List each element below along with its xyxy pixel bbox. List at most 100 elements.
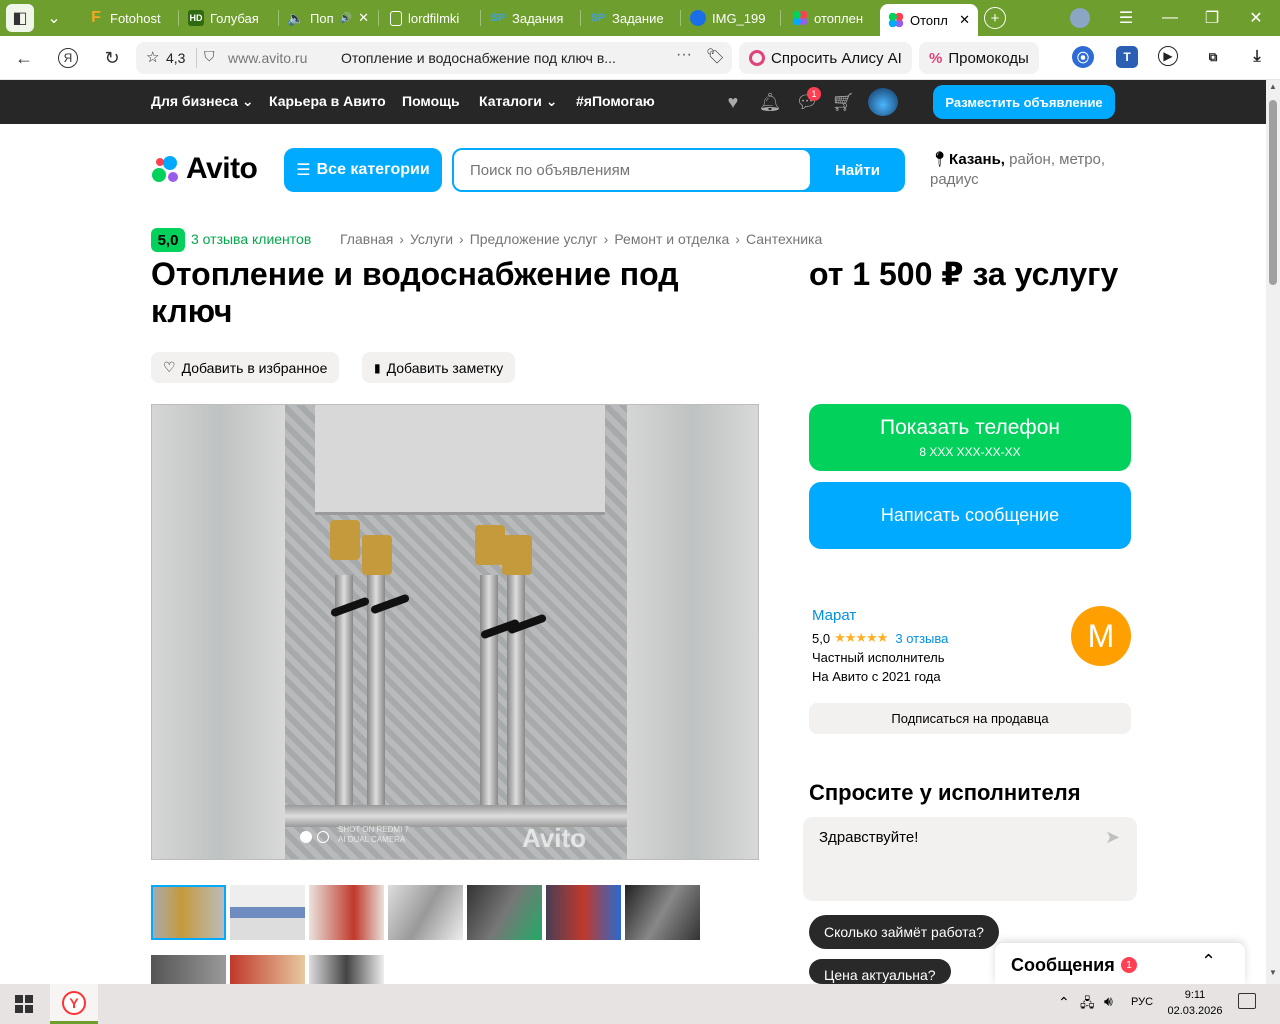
note-icon: ▮ <box>374 360 381 375</box>
breadcrumb-item[interactable]: Предложение услуг <box>470 231 598 247</box>
media-icon[interactable]: ▶ <box>1158 46 1178 66</box>
gallery-thumbnail[interactable] <box>388 885 463 940</box>
browser-tab[interactable]: F Fotohost <box>80 4 176 32</box>
nav-catalogs[interactable]: Каталоги ⌄ <box>479 93 557 110</box>
breadcrumb-item[interactable]: Сантехника <box>746 231 822 247</box>
windows-start-icon[interactable] <box>15 995 33 1013</box>
gallery-dot[interactable] <box>317 831 329 843</box>
mute-icon[interactable]: 🔊 <box>340 13 352 24</box>
messages-panel[interactable]: Сообщения 1 ⌃ <box>995 943 1245 984</box>
cart-icon[interactable]: 🛒︎ <box>831 90 855 114</box>
browser-tab[interactable]: HD Голубая <box>180 4 276 32</box>
url-domain: www.avito.ru <box>228 50 308 66</box>
add-favorite-button[interactable]: ♡ Добавить в избранное <box>151 352 340 383</box>
ask-message-text[interactable]: Здравствуйте! <box>819 829 918 846</box>
minimize-icon[interactable]: — <box>1156 4 1184 32</box>
breadcrumb-item[interactable]: Ремонт и отделка <box>614 231 729 247</box>
promo-button[interactable]: % Промокоды <box>919 42 1039 74</box>
gallery-thumbnail[interactable] <box>309 955 384 984</box>
gallery-thumbnail[interactable] <box>625 885 700 940</box>
all-categories-button[interactable]: ☰ Все категории <box>284 148 442 192</box>
extension-icon[interactable]: ⦿ <box>1072 46 1094 68</box>
more-icon[interactable]: ··· <box>676 46 692 64</box>
client-reviews-link[interactable]: 3 отзыва клиентов <box>191 231 311 247</box>
profile-avatar-icon[interactable] <box>1066 4 1094 32</box>
add-note-button[interactable]: ▮ Добавить заметку <box>362 352 516 383</box>
network-icon[interactable]: 🖧 <box>1080 994 1095 1016</box>
browser-tab-active[interactable]: Отопл ✕ <box>880 4 978 36</box>
gallery-thumbnail[interactable] <box>151 885 226 940</box>
nav-help[interactable]: Помощь <box>402 93 460 109</box>
star-icon[interactable]: ☆ <box>146 48 159 66</box>
quick-question-chip[interactable]: Цена актуальна? <box>809 959 951 984</box>
seller-avatar[interactable]: М <box>1071 606 1131 666</box>
page-scrollbar[interactable]: ▲ ▼ <box>1266 80 1280 984</box>
avito-logo[interactable]: Avito <box>150 152 258 186</box>
back-icon[interactable]: ← <box>10 44 38 72</box>
browser-tab[interactable]: IMG_199 <box>682 4 778 32</box>
quick-question-chip[interactable]: Сколько займёт работа? <box>809 915 999 949</box>
gallery-dot[interactable] <box>300 831 312 843</box>
notification-center-icon[interactable] <box>1238 993 1256 1009</box>
breadcrumb-item[interactable]: Услуги <box>410 231 453 247</box>
write-message-button[interactable]: Написать сообщение <box>809 482 1131 549</box>
tab-close-icon[interactable]: ✕ <box>358 10 369 26</box>
browser-tab[interactable]: отоплен <box>784 4 876 32</box>
chevron-up-icon[interactable]: ⌃ <box>1201 951 1216 972</box>
breadcrumb-item[interactable]: Главная <box>340 231 393 247</box>
search-input[interactable] <box>454 150 810 190</box>
photo-gallery[interactable]: SHOT ON REDMI 7 AI DUAL CAMERA Avito <box>151 404 759 860</box>
nav-yapomogayu[interactable]: #яПомогаю <box>576 93 655 109</box>
find-button[interactable]: Найти <box>810 148 905 192</box>
tab-close-icon[interactable]: ✕ <box>959 12 970 28</box>
browser-menu-icon[interactable]: ◧ <box>6 4 34 32</box>
tray-chevron-icon[interactable]: ⌃ <box>1058 994 1070 1011</box>
scroll-down-icon[interactable]: ▼ <box>1269 968 1277 977</box>
close-window-icon[interactable]: ✕ <box>1242 4 1270 32</box>
extension-icon[interactable]: T <box>1116 46 1138 68</box>
menu-icon[interactable]: ☰ <box>1112 4 1140 32</box>
tab-list-chevron-icon[interactable]: ⌄ <box>40 4 68 32</box>
scroll-up-icon[interactable]: ▲ <box>1269 82 1277 91</box>
alice-button[interactable]: Спросить Алису AI <box>739 42 912 74</box>
favorites-heart-icon[interactable]: ♥ <box>721 90 745 114</box>
scrollbar-thumb[interactable] <box>1269 100 1277 285</box>
gallery-thumbnail[interactable] <box>467 885 542 940</box>
system-clock[interactable]: 9:11 02.03.2026 <box>1166 987 1224 1019</box>
seller-reviews-link[interactable]: 3 отзыва <box>895 631 948 646</box>
bookmark-icon[interactable]: 🏷 <box>706 47 725 65</box>
restore-icon[interactable]: ❐ <box>1198 4 1226 32</box>
location-selector[interactable]: 📍︎Казань, район, метро, радиус <box>930 150 1120 190</box>
keyboard-language[interactable]: РУС <box>1131 996 1153 1008</box>
ask-message-box[interactable]: Здравствуйте! ➤ <box>803 817 1137 901</box>
new-tab-icon[interactable]: + <box>984 7 1006 29</box>
gallery-thumbnail[interactable] <box>230 885 305 940</box>
download-icon[interactable]: ⤓ <box>1246 46 1268 68</box>
seller-name-link[interactable]: Марат <box>812 607 856 624</box>
place-ad-button[interactable]: Разместить объявление <box>933 85 1115 119</box>
subscribe-seller-button[interactable]: Подписаться на продавца <box>809 703 1131 734</box>
main-photo[interactable] <box>285 405 627 859</box>
nav-business[interactable]: Для бизнеса ⌄ <box>151 93 254 110</box>
browser-tab[interactable]: SP Задание <box>582 4 678 32</box>
gallery-thumbnail[interactable] <box>151 955 226 984</box>
yandex-icon[interactable]: Я <box>54 44 82 72</box>
browser-tab[interactable]: lordfilmki <box>382 4 478 32</box>
browser-tab[interactable]: 🔈 Поп 🔊 ✕ <box>280 4 376 32</box>
gallery-thumbnail[interactable] <box>546 885 621 940</box>
browser-tab[interactable]: SP Задания <box>482 4 578 32</box>
gallery-thumbnail[interactable] <box>230 955 305 984</box>
shield-icon[interactable]: ⛉ <box>204 48 215 65</box>
messages-icon[interactable]: 💬︎ 1 <box>795 87 821 114</box>
collections-icon[interactable]: ⧉ <box>1202 46 1224 68</box>
user-avatar[interactable] <box>868 88 898 116</box>
volume-icon[interactable]: 🔊︎ <box>1104 993 1113 1010</box>
nav-career[interactable]: Карьера в Авито <box>269 93 386 109</box>
url-bar[interactable]: ☆ 4,3 ⛉ www.avito.ru Отопление и водосна… <box>136 42 732 74</box>
gallery-thumbnail[interactable] <box>309 885 384 940</box>
yandex-browser-taskbar-icon[interactable]: Y <box>50 984 98 1024</box>
send-icon[interactable]: ➤ <box>1105 827 1120 848</box>
show-phone-button[interactable]: Показать телефон 8 XXX XXX-XX-XX <box>809 404 1131 471</box>
notifications-bell-icon[interactable]: 🔔︎ <box>758 90 782 114</box>
reload-icon[interactable]: ↻ <box>98 44 126 72</box>
